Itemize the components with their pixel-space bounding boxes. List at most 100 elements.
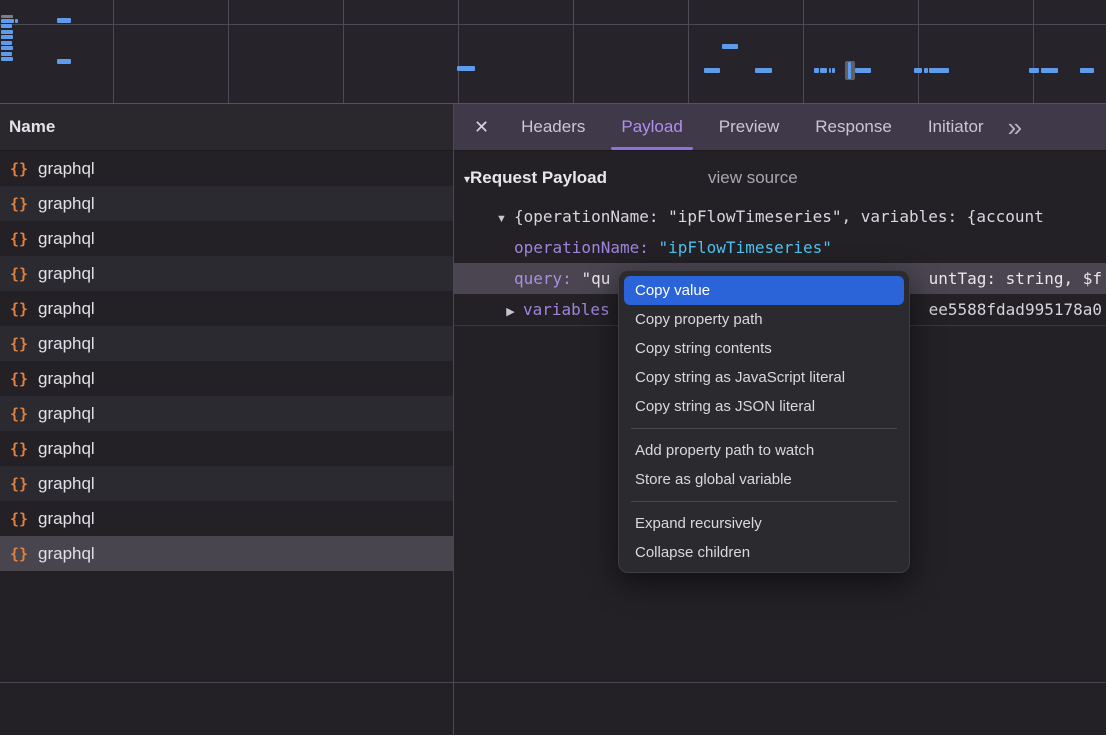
overview-gridline (1033, 0, 1034, 103)
menu-item-expand-recursively[interactable]: Expand recursively (619, 509, 909, 538)
panel-splitter[interactable] (453, 104, 454, 735)
menu-item-collapse-children[interactable]: Collapse children (619, 538, 909, 567)
more-tabs-icon[interactable]: » (1008, 104, 1022, 150)
json-icon: {} (0, 230, 38, 248)
tab-response[interactable]: Response (797, 104, 910, 150)
menu-divider (631, 428, 897, 429)
property-key: variables (523, 300, 610, 319)
overview-request-bar (1, 41, 12, 45)
overview-request-bar (1, 30, 13, 34)
overview-request-bar (1, 57, 13, 61)
overview-request-bar (1, 19, 14, 23)
request-row[interactable]: {}graphql (0, 256, 453, 291)
request-row[interactable]: {}graphql (0, 291, 453, 326)
name-column-header[interactable]: Name (0, 104, 453, 151)
menu-item-store-as-global-variable[interactable]: Store as global variable (619, 465, 909, 494)
request-name: graphql (38, 264, 95, 284)
request-name: graphql (38, 334, 95, 354)
request-row[interactable]: {}graphql (0, 221, 453, 256)
devtools-network-panel: Name {}graphql {}graphql {}graphql {}gra… (0, 0, 1106, 735)
details-tabbar: ✕ Headers Payload Preview Response Initi… (454, 104, 1106, 151)
overview-request-bar (1041, 68, 1058, 73)
json-icon: {} (0, 405, 38, 423)
request-row[interactable]: {}graphql (0, 326, 453, 361)
request-row[interactable]: {}graphql (0, 536, 453, 571)
request-name: graphql (38, 159, 95, 179)
overview-request-bar (929, 68, 949, 73)
overview-request-bar (57, 18, 71, 23)
request-list: {}graphql {}graphql {}graphql {}graphql … (0, 151, 453, 571)
payload-section-header[interactable]: ▾Request Payload view source (454, 163, 607, 193)
request-row[interactable]: {}graphql (0, 186, 453, 221)
request-row[interactable]: {}graphql (0, 466, 453, 501)
devtools-window: Name {}graphql {}graphql {}graphql {}gra… (0, 0, 1110, 740)
collapsed-triangle-icon[interactable]: ▶ (498, 297, 523, 325)
footer-divider (0, 682, 1106, 683)
menu-item-copy-string-contents[interactable]: Copy string contents (619, 334, 909, 363)
close-icon[interactable]: ✕ (474, 117, 489, 138)
overview-request-bar (57, 59, 71, 64)
network-overview-strip[interactable] (0, 0, 1106, 104)
tab-headers[interactable]: Headers (503, 104, 603, 150)
overview-request-bar (1, 24, 12, 28)
property-value-end: untTag: string, $f (929, 263, 1102, 294)
request-name: graphql (38, 544, 95, 564)
tab-initiator[interactable]: Initiator (910, 104, 1002, 150)
overview-request-bar (1, 35, 13, 39)
overview-request-bar (855, 68, 871, 73)
json-icon: {} (0, 335, 38, 353)
menu-item-copy-value[interactable]: Copy value (624, 276, 904, 305)
request-name: graphql (38, 439, 95, 459)
request-name: graphql (38, 369, 95, 389)
overview-request-bar (1, 15, 13, 18)
overview-gridline (803, 0, 804, 103)
overview-request-bar (814, 68, 819, 73)
overview-request-bar (1, 46, 13, 50)
request-row[interactable]: {}graphql (0, 431, 453, 466)
overview-gridline (918, 0, 919, 103)
menu-item-copy-string-js-literal[interactable]: Copy string as JavaScript literal (619, 363, 909, 392)
payload-preview-text: {operationName: "ipFlowTimeseries", vari… (514, 207, 1044, 226)
json-icon: {} (0, 160, 38, 178)
overview-gridline (228, 0, 229, 103)
name-column-label: Name (9, 117, 55, 136)
overview-request-bar (755, 68, 772, 73)
json-icon: {} (0, 440, 38, 458)
request-row[interactable]: {}graphql (0, 361, 453, 396)
overview-request-bar (457, 66, 475, 71)
overview-gridline (113, 0, 114, 103)
overview-gridline (458, 0, 459, 103)
request-row[interactable]: {}graphql (0, 501, 453, 536)
request-name: graphql (38, 404, 95, 424)
payload-root-row[interactable]: ▼{operationName: "ipFlowTimeseries", var… (454, 201, 1106, 232)
json-icon: {} (0, 475, 38, 493)
overview-request-bar (832, 68, 835, 73)
json-icon: {} (0, 545, 38, 563)
request-row[interactable]: {}graphql (0, 151, 453, 186)
request-name: graphql (38, 299, 95, 319)
tab-preview[interactable]: Preview (701, 104, 797, 150)
view-source-link[interactable]: view source (708, 163, 798, 193)
tab-payload[interactable]: Payload (603, 104, 700, 150)
payload-section-title: Request Payload (470, 168, 607, 187)
expanded-triangle-icon[interactable]: ▼ (489, 204, 514, 232)
overview-request-bar (924, 68, 928, 73)
menu-item-copy-property-path[interactable]: Copy property path (619, 305, 909, 334)
menu-item-add-property-path-to-watch[interactable]: Add property path to watch (619, 436, 909, 465)
overview-request-bar (722, 44, 738, 49)
request-name: graphql (38, 474, 95, 494)
overview-request-bar (829, 68, 831, 73)
overview-request-bar (704, 68, 720, 73)
property-value: "ipFlowTimeseries" (659, 238, 832, 257)
overview-row-divider (0, 24, 1106, 25)
overview-request-bar (1080, 68, 1094, 73)
operation-name-row[interactable]: operationName: "ipFlowTimeseries" (454, 232, 1106, 263)
request-row[interactable]: {}graphql (0, 396, 453, 431)
menu-item-copy-string-json-literal[interactable]: Copy string as JSON literal (619, 392, 909, 421)
json-icon: {} (0, 300, 38, 318)
property-value-end: ee5588fdad995178a0 (929, 294, 1102, 325)
network-main-area: Name {}graphql {}graphql {}graphql {}gra… (0, 104, 1106, 735)
overview-request-bar (1029, 68, 1039, 73)
property-key: query: (514, 269, 572, 288)
property-key: operationName: (514, 238, 649, 257)
